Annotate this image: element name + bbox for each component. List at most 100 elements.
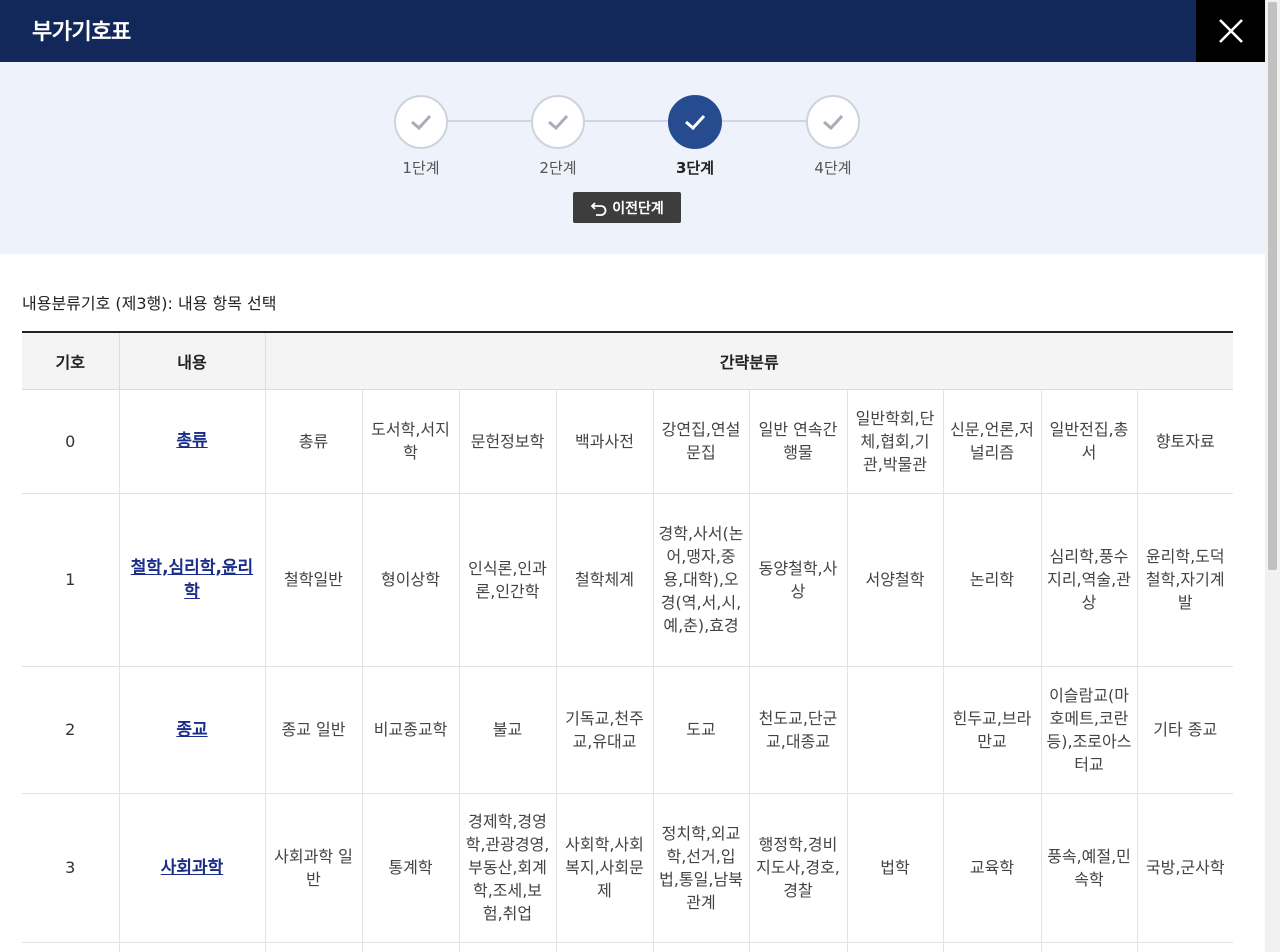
brief-cell [749, 942, 848, 952]
step-circle [806, 95, 860, 149]
brief-cell[interactable]: 문헌정보학 [459, 389, 557, 494]
step-label: 2단계 [539, 159, 577, 177]
step-circle [668, 95, 722, 149]
table-header-row: 기호 내용 간략분류 [22, 332, 1234, 390]
step-circle [394, 95, 448, 149]
step-3[interactable]: 3단계 [668, 95, 722, 177]
check-icon [823, 114, 844, 131]
step-1[interactable]: 1단계 [394, 95, 448, 177]
content-link-social-science[interactable]: 사회과학 [161, 858, 224, 878]
brief-cell[interactable]: 서양철학 [847, 493, 944, 667]
brief-cell[interactable]: 국방,군사학 [1137, 793, 1234, 943]
brief-cell[interactable]: 철학체계 [556, 493, 654, 667]
brief-cell[interactable]: 천도교,단군교,대종교 [749, 666, 848, 794]
dialog-header: 부가기호표 [0, 0, 1265, 62]
column-header-code: 기호 [22, 332, 120, 390]
brief-cell[interactable]: 신문,언론,저널리즘 [943, 389, 1042, 494]
brief-cell[interactable]: 일반전집,총서 [1041, 389, 1138, 494]
brief-cell[interactable]: 통계학 [362, 793, 460, 943]
check-icon [685, 114, 706, 131]
page-scrollbar[interactable] [1265, 0, 1280, 952]
step-4[interactable]: 4단계 [806, 95, 860, 177]
brief-cell[interactable]: 심리학,풍수지리,역술,관상 [1041, 493, 1138, 667]
brief-cell[interactable]: 행정학,경비지도사,경호,경찰 [749, 793, 848, 943]
brief-cell[interactable]: 사회학,사회복지,사회문제 [556, 793, 654, 943]
brief-cell[interactable]: 일반 연속간행물 [749, 389, 848, 494]
previous-step-button[interactable]: 이전단계 [573, 192, 681, 223]
brief-cell[interactable]: 경제학,경영학,관광경영,부동산,회계학,조세,보험,취업 [459, 793, 557, 943]
brief-cell[interactable]: 비교종교학 [362, 666, 460, 794]
brief-cell[interactable]: 기독교,천주교,유대교 [556, 666, 654, 794]
brief-cell[interactable]: 법학 [847, 793, 944, 943]
table-row: 2 종교 종교 일반 비교종교학 불교 기독교,천주교,유대교 도교 천도교,단… [22, 666, 1234, 794]
table-row: 0 총류 총류 도서학,서지학 문헌정보학 백과사전 강연집,연설문집 일반 연… [22, 389, 1234, 494]
brief-cell [1041, 942, 1138, 952]
brief-cell[interactable]: 형이상학 [362, 493, 460, 667]
content-cell: 종교 [119, 666, 266, 794]
code-cell: 1 [22, 493, 120, 667]
brief-cell[interactable]: 도서학,서지학 [362, 389, 460, 494]
brief-cell[interactable]: 백과사전 [556, 389, 654, 494]
previous-step-label: 이전단계 [612, 200, 664, 217]
column-header-content: 내용 [119, 332, 266, 390]
brief-cell[interactable]: 풍속,예절,민속학 [1041, 793, 1138, 943]
brief-cell[interactable]: 총류 [265, 389, 363, 494]
step-connector [721, 120, 809, 122]
step-label: 3단계 [675, 159, 715, 177]
brief-cell-empty [847, 666, 944, 794]
brief-cell [459, 942, 557, 952]
content-cell: 철학,심리학,윤리학 [119, 493, 266, 667]
brief-cell [1137, 942, 1234, 952]
brief-cell[interactable]: 도교 [653, 666, 750, 794]
brief-cell [265, 942, 363, 952]
check-icon [548, 114, 569, 131]
brief-cell[interactable]: 힌두교,브라만교 [943, 666, 1042, 794]
brief-cell[interactable]: 윤리학,도덕철학,자기계발 [1137, 493, 1234, 667]
code-cell [22, 942, 120, 952]
table-row [22, 942, 1234, 952]
code-cell: 0 [22, 389, 120, 494]
step-label: 4단계 [814, 159, 852, 177]
brief-cell[interactable]: 향토자료 [1137, 389, 1234, 494]
step-2[interactable]: 2단계 [531, 95, 585, 177]
brief-cell[interactable]: 일반학회,단체,협회,기관,박물관 [847, 389, 944, 494]
brief-cell[interactable]: 이슬람교(마호메트,코란등),조로아스터교 [1041, 666, 1138, 794]
brief-cell [847, 942, 944, 952]
code-cell: 2 [22, 666, 120, 794]
close-icon [1218, 19, 1243, 43]
undo-arrow-icon [590, 201, 607, 216]
brief-cell[interactable]: 논리학 [943, 493, 1042, 667]
brief-cell[interactable]: 경학,사서(논어,맹자,중용,대학),오경(역,서,시,예,춘),효경 [653, 493, 750, 667]
brief-cell[interactable]: 종교 일반 [265, 666, 363, 794]
content-link-religion[interactable]: 종교 [176, 720, 207, 740]
brief-cell[interactable]: 정치학,외교학,선거,입법,통일,남북관계 [653, 793, 750, 943]
close-button[interactable] [1196, 0, 1265, 62]
dialog-title: 부가기호표 [32, 20, 131, 45]
brief-cell[interactable]: 강연집,연설문집 [653, 389, 750, 494]
step-connector [584, 120, 671, 122]
brief-cell [556, 942, 654, 952]
brief-cell[interactable]: 인식론,인과론,인간학 [459, 493, 557, 667]
content-link-philosophy[interactable]: 철학,심리학,윤리학 [131, 558, 253, 602]
section-title: 내용분류기호 (제3행): 내용 항목 선택 [22, 294, 277, 313]
content-cell: 사회과학 [119, 793, 266, 943]
brief-cell [943, 942, 1042, 952]
content-link-general[interactable]: 총류 [176, 431, 207, 451]
check-icon [411, 114, 432, 131]
content-cell [119, 942, 266, 952]
brief-cell [362, 942, 460, 952]
step-indicator: 1단계 2단계 3단계 4단계 이전단계 [0, 62, 1265, 254]
brief-cell [653, 942, 750, 952]
step-connector [447, 120, 534, 122]
brief-cell[interactable]: 철학일반 [265, 493, 363, 667]
brief-cell[interactable]: 기타 종교 [1137, 666, 1234, 794]
step-circle [531, 95, 585, 149]
brief-cell[interactable]: 동양철학,사상 [749, 493, 848, 667]
brief-cell[interactable]: 교육학 [943, 793, 1042, 943]
table-row: 1 철학,심리학,윤리학 철학일반 형이상학 인식론,인과론,인간학 철학체계 … [22, 493, 1234, 667]
table-row: 3 사회과학 사회과학 일반 통계학 경제학,경영학,관광경영,부동산,회계학,… [22, 793, 1234, 943]
scrollbar-thumb[interactable] [1268, 2, 1277, 570]
column-header-brief: 간략분류 [265, 332, 1234, 390]
brief-cell[interactable]: 사회과학 일반 [265, 793, 363, 943]
brief-cell[interactable]: 불교 [459, 666, 557, 794]
